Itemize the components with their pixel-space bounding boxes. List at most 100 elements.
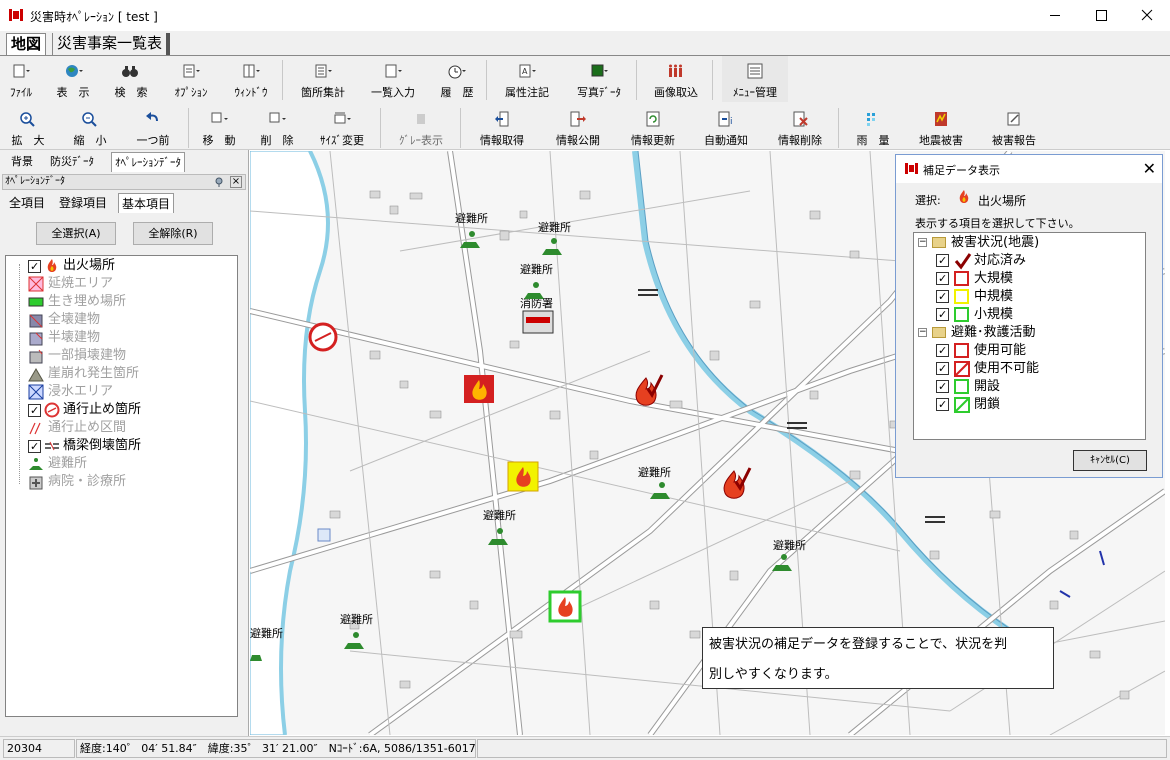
fire-marker-large[interactable] bbox=[464, 375, 494, 403]
checkbox[interactable] bbox=[936, 288, 949, 306]
info-update-button[interactable]: 情報更新 bbox=[620, 104, 686, 150]
shelter-label: 避難所 bbox=[250, 626, 283, 640]
selection-value: 出火場所 bbox=[978, 194, 1027, 208]
fire-marker-medium[interactable] bbox=[507, 461, 539, 492]
panel-close-icon[interactable]: × bbox=[230, 176, 242, 188]
tab-disaster-data[interactable]: 防災ﾃﾞｰﾀ bbox=[47, 152, 97, 172]
closed-section-icon bbox=[29, 422, 41, 435]
bridge-collapse-icon bbox=[45, 441, 59, 451]
gray-display-button[interactable]: ｸﾞﾚｰ表示 bbox=[388, 104, 454, 150]
delete-button[interactable]: 削 除 bbox=[252, 104, 302, 150]
previous-view-button[interactable]: 一つ前 bbox=[124, 104, 182, 150]
shelter-icon bbox=[29, 458, 43, 470]
resize-button[interactable]: ｻｲｽﾞ変更 bbox=[310, 104, 374, 150]
tooltip-line-2: 別しやすくなります。 bbox=[709, 667, 838, 682]
auto-notify-icon: i bbox=[718, 111, 733, 127]
tab-basic-items[interactable]: 基本項目 bbox=[118, 193, 175, 213]
checkbox[interactable] bbox=[28, 402, 41, 420]
checkbox[interactable] bbox=[936, 342, 949, 360]
partial-damage-icon bbox=[29, 349, 43, 364]
rainfall-button[interactable]: 雨 量 bbox=[848, 104, 898, 150]
tab-registered-items[interactable]: 登録項目 bbox=[56, 193, 110, 213]
dialog-title: 補足データ表示 bbox=[923, 164, 1000, 177]
cancel-button[interactable]: ｷｬﾝｾﾙ(C) bbox=[1073, 450, 1147, 471]
tally-icon bbox=[315, 64, 332, 78]
checkbox[interactable] bbox=[28, 438, 41, 456]
scale-readout: 20304 bbox=[3, 739, 75, 758]
panel-header-title: ｵﾍﾟﾚｰｼｮﾝﾃﾞｰﾀ bbox=[5, 176, 65, 187]
info-get-icon bbox=[495, 111, 509, 127]
resize-icon bbox=[334, 112, 351, 124]
list-input-button[interactable]: 一覧入力 bbox=[362, 56, 424, 102]
fire-marker-small[interactable] bbox=[548, 590, 582, 623]
main-toolbar: ﾌｧｲﾙ 表 示 検 索 ｵﾌﾟｼｮﾝ ｳｨﾝﾄﾞｳ 箇所集計 一覧入力 履 歴… bbox=[0, 56, 1170, 104]
tab-background[interactable]: 背景 bbox=[8, 152, 36, 172]
shelter-label: 避難所 bbox=[340, 612, 373, 626]
tab-map[interactable]: 地図 bbox=[6, 33, 47, 55]
checkbox[interactable] bbox=[28, 258, 41, 276]
earthquake-damage-button[interactable]: 地震被害 bbox=[908, 104, 974, 150]
close-icon[interactable]: ✕ bbox=[1143, 159, 1156, 178]
damage-report-button[interactable]: 被害報告 bbox=[982, 104, 1046, 150]
collapsed-building-icon bbox=[29, 314, 43, 328]
options-icon bbox=[183, 64, 200, 78]
view-menu-button[interactable]: 表 示 bbox=[48, 56, 98, 102]
select-all-button[interactable]: 全選択(A) bbox=[36, 222, 116, 245]
checkbox[interactable] bbox=[936, 378, 949, 396]
checkbox[interactable] bbox=[936, 270, 949, 288]
undo-icon bbox=[146, 112, 158, 122]
zoom-in-icon bbox=[20, 112, 35, 127]
tab-all-items[interactable]: 全項目 bbox=[6, 193, 48, 213]
window-icon bbox=[243, 64, 260, 78]
maximize-button[interactable] bbox=[1078, 0, 1124, 31]
earthquake-icon bbox=[935, 112, 947, 126]
file-menu-button[interactable]: ﾌｧｲﾙ bbox=[4, 56, 38, 102]
unusable-swatch bbox=[954, 361, 970, 377]
spread-area-icon bbox=[28, 276, 44, 292]
supplementary-tree: − 被害状況(地震) 対応済み 大規模 中規模 小規模 − 避難･救護活動 bbox=[913, 232, 1146, 440]
road-closed-icon bbox=[44, 402, 60, 418]
road-closed-marker[interactable] bbox=[308, 322, 338, 352]
collapse-toggle[interactable]: − bbox=[918, 328, 927, 337]
menu-manage-button[interactable]: ﾒﾆｭｰ管理 bbox=[722, 56, 788, 102]
close-button[interactable] bbox=[1124, 0, 1170, 31]
photo-data-button[interactable]: 写真ﾃﾞｰﾀ bbox=[568, 56, 630, 102]
info-update-icon bbox=[646, 111, 660, 127]
checkbox[interactable] bbox=[936, 252, 949, 270]
info-get-button[interactable]: 情報取得 bbox=[470, 104, 534, 150]
options-menu-button[interactable]: ｵﾌﾟｼｮﾝ bbox=[164, 56, 218, 102]
move-button[interactable]: 移 動 bbox=[194, 104, 244, 150]
checkbox[interactable] bbox=[936, 396, 949, 414]
pin-icon[interactable] bbox=[213, 176, 225, 188]
damage-report-icon bbox=[1007, 112, 1020, 126]
checkbox[interactable] bbox=[936, 360, 949, 378]
svg-text:i: i bbox=[730, 117, 733, 127]
image-import-button[interactable]: 画像取込 bbox=[644, 56, 708, 102]
history-button[interactable]: 履 歴 bbox=[432, 56, 482, 102]
app-icon bbox=[905, 163, 918, 174]
search-menu-button[interactable]: 検 索 bbox=[106, 56, 156, 102]
minimize-button[interactable] bbox=[1032, 0, 1078, 31]
shelter-label: 避難所 bbox=[638, 465, 671, 479]
status-bar: 20304 経度:140゜ 04′ 51.84″ 緯度:35゜ 31′ 21.0… bbox=[0, 736, 1170, 760]
shelter-label: 避難所 bbox=[538, 220, 571, 234]
map-toolbar: 拡 大 縮 小 一つ前 移 動 削 除 ｻｲｽﾞ変更 ｸﾞﾚｰ表示 情報取得 情… bbox=[0, 104, 1170, 150]
collapse-toggle[interactable]: − bbox=[918, 238, 927, 247]
window-menu-button[interactable]: ｳｨﾝﾄﾞｳ bbox=[224, 56, 278, 102]
zoom-out-button[interactable]: 縮 小 bbox=[66, 104, 114, 150]
auto-notify-button[interactable]: i 自動通知 bbox=[694, 104, 758, 150]
file-icon bbox=[13, 64, 30, 78]
tab-operation-data[interactable]: ｵﾍﾟﾚｰｼｮﾝﾃﾞｰﾀ bbox=[111, 152, 185, 172]
info-delete-button[interactable]: 情報削除 bbox=[768, 104, 832, 150]
binoculars-icon bbox=[122, 66, 138, 77]
deselect-all-button[interactable]: 全解除(R) bbox=[133, 222, 213, 245]
location-tally-button[interactable]: 箇所集計 bbox=[292, 56, 354, 102]
fire-station-marker[interactable]: 消防署 bbox=[520, 296, 554, 334]
checkmark-icon bbox=[954, 253, 972, 270]
info-publish-button[interactable]: 情報公開 bbox=[546, 104, 610, 150]
tab-incident-list[interactable]: 災害事案一覧表 bbox=[52, 33, 171, 55]
attribute-note-button[interactable]: A 属性注記 bbox=[496, 56, 558, 102]
info-publish-icon bbox=[570, 111, 586, 127]
checkbox[interactable] bbox=[936, 306, 949, 324]
zoom-in-button[interactable]: 拡 大 bbox=[4, 104, 52, 150]
